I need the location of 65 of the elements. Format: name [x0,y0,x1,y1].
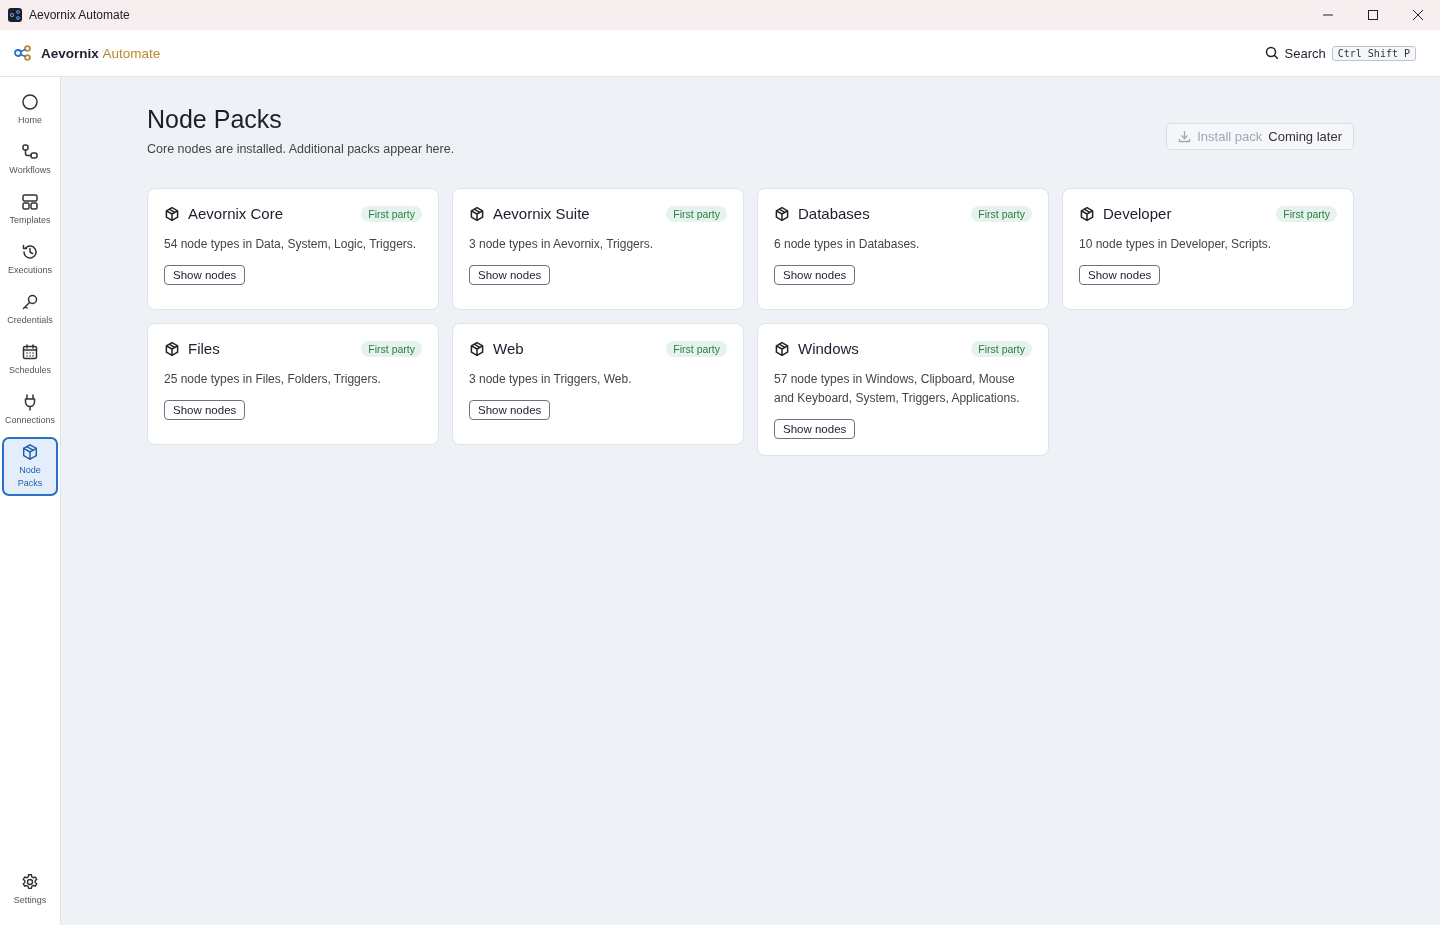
show-nodes-button[interactable]: Show nodes [774,419,856,439]
cube-icon [469,340,485,357]
pack-description: 54 node types in Data, System, Logic, Triggers. [164,236,417,253]
pack-name: Aevornix Suite [493,205,591,222]
pack-name: Web [493,340,525,357]
cube-icon [774,205,790,222]
nodes-icon [21,143,39,161]
show-nodes-button[interactable]: Show nodes [774,265,856,285]
page-subtitle: Core nodes are installed. Additional packs appear here. [147,142,455,156]
app-logo-icon [8,8,22,22]
nav-item[interactable]: Connections [2,387,58,433]
cube-icon [1079,205,1095,222]
settings-nav-item[interactable]: Settings [2,867,58,913]
pack-description: 57 node types in Windows, Clipboard, Mouse and Keyboard, System, Triggers, Applications. [774,371,1021,407]
app-name: Aevornix Automate [41,45,161,61]
maximize-icon[interactable] [1367,9,1379,21]
search-button[interactable]: Search [1264,45,1326,61]
cube-icon [21,443,39,461]
pack-name: Files [188,340,221,357]
pack-name: Aevornix Core [188,205,285,222]
download-icon [1178,130,1192,143]
shortcut-key: Ctrl Shift P [1331,45,1416,61]
pack-description: 10 node types in Developer, Scripts. [1079,236,1272,253]
nav-item[interactable]: Schedules [2,337,58,383]
nav-item[interactable]: Templates [2,187,58,233]
history-icon [21,243,39,261]
first-party-badge: First party [971,205,1032,222]
cube-icon [164,205,180,222]
settings-icon [21,873,39,891]
window-title: Aevornix Automate [29,8,130,22]
share-nodes-icon [14,45,32,61]
nav-item[interactable]: Home [2,87,58,133]
pack-name: Developer [1103,205,1173,222]
pack-name: Windows [798,340,860,357]
pack-description: 6 node types in Databases. [774,236,920,253]
pack-description: 25 node types in Files, Folders, Triggers. [164,371,381,388]
coming-later-note: Coming later [1268,129,1342,144]
search-icon [1264,46,1279,60]
pack-name: Databases [798,205,871,222]
pack-description: 3 node types in Triggers, Web. [469,371,632,388]
first-party-badge: First party [971,340,1032,357]
circle-icon [21,93,39,111]
nav-item[interactable]: Node Packs [2,437,58,496]
show-nodes-button[interactable]: Show nodes [164,400,246,420]
nav-item[interactable]: Workflows [2,137,58,183]
nav-item[interactable]: Credentials [2,287,58,333]
show-nodes-button[interactable]: Show nodes [1079,265,1161,285]
first-party-badge: First party [666,340,727,357]
close-icon[interactable] [1412,9,1424,21]
cube-icon [164,340,180,357]
first-party-badge: First party [1276,205,1337,222]
show-nodes-button[interactable]: Show nodes [164,265,246,285]
first-party-badge: First party [666,205,727,222]
first-party-badge: First party [361,340,422,357]
cube-icon [469,205,485,222]
nav-item[interactable]: Executions [2,237,58,283]
pack-description: 3 node types in Aevornix, Triggers. [469,236,654,253]
layout-icon [21,193,39,211]
cube-icon [774,340,790,357]
first-party-badge: First party [361,205,422,222]
page-title: Node Packs [147,105,283,134]
show-nodes-button[interactable]: Show nodes [469,400,551,420]
show-nodes-button[interactable]: Show nodes [469,265,551,285]
key-icon [21,293,39,311]
calendar-icon [21,343,39,361]
